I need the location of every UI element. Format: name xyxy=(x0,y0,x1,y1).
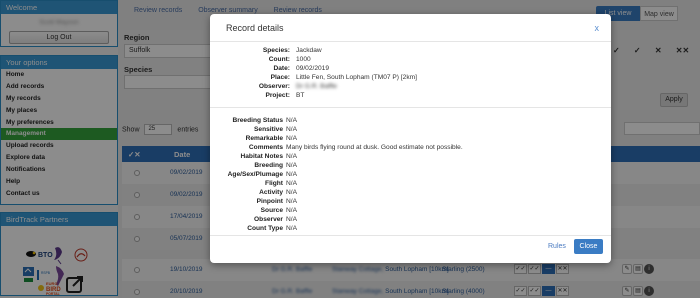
detail-age-sex-plumage-label: Age/Sex/Plumage xyxy=(227,171,283,178)
detail-pinpoint-value: N/A xyxy=(286,198,297,205)
summary-date-label-wrap: Date: xyxy=(210,65,291,74)
summary-project-value: BT xyxy=(296,92,305,99)
detail-comments-value: Many birds flying round at dusk. Good es… xyxy=(286,144,463,151)
rules-link[interactable]: Rules xyxy=(548,243,566,250)
detail-habitat-notes-value: N/A xyxy=(286,153,297,160)
summary-date-label: Date: xyxy=(273,65,291,72)
detail-breeding-label: Breeding xyxy=(254,162,283,169)
detail-flight-label: Flight xyxy=(265,180,283,187)
detail-label-wrap: Sensitive xyxy=(210,126,283,135)
summary-count-label: Count: xyxy=(268,56,290,63)
detail-breeding-value: N/A xyxy=(286,162,297,169)
modal-title: Record details xyxy=(226,23,284,33)
summary-species-value: Jackdaw xyxy=(296,47,322,54)
detail-observer-label: Observer xyxy=(254,216,283,223)
summary-count-value: 1000 xyxy=(296,56,311,63)
summary-observer-label: Observer: xyxy=(258,83,290,90)
detail-label-wrap: Remarkable xyxy=(210,135,283,144)
record-details-modal: Record details x Species: Jackdaw Count:… xyxy=(210,14,611,263)
detail-label-wrap: Age/Sex/Plumage xyxy=(210,171,283,180)
detail-age-sex-plumage-value: N/A xyxy=(286,171,297,178)
detail-label-wrap: Activity xyxy=(210,189,283,198)
detail-pinpoint-label: Pinpoint xyxy=(256,198,283,205)
modal-section-divider xyxy=(210,107,611,108)
summary-count-label-wrap: Count: xyxy=(210,56,290,65)
summary-place-value: Little Fen, South Lopham (TM07 P) [2km] xyxy=(296,74,417,81)
summary-species-label-wrap: Species: xyxy=(210,47,290,56)
detail-label-wrap: Flight xyxy=(210,180,283,189)
detail-label-wrap: Observer xyxy=(210,216,283,225)
detail-label-wrap: Source xyxy=(210,207,283,216)
detail-activity-value: N/A xyxy=(286,189,297,196)
close-icon[interactable]: x xyxy=(595,23,600,33)
detail-sensitive-value: N/A xyxy=(286,126,297,133)
detail-label-wrap: Comments xyxy=(210,144,283,153)
summary-species-label: Species: xyxy=(262,47,290,54)
summary-place-label: Place: xyxy=(270,74,290,81)
summary-place-label-wrap: Place: xyxy=(210,74,290,83)
detail-breeding-status-label: Breeding Status xyxy=(232,117,283,124)
detail-remarkable-label: Remarkable xyxy=(245,135,283,142)
modal-footer-divider xyxy=(210,235,611,236)
detail-breeding-status-value: N/A xyxy=(286,117,297,124)
detail-sensitive-label: Sensitive xyxy=(254,126,283,133)
detail-count-type-value: N/A xyxy=(286,225,297,232)
detail-flight-value: N/A xyxy=(286,180,297,187)
summary-observer-label-wrap: Observer: xyxy=(210,83,290,92)
detail-observer-value: N/A xyxy=(286,216,297,223)
detail-label-wrap: Pinpoint xyxy=(210,198,283,207)
modal-header-divider xyxy=(210,41,611,42)
detail-label-wrap: Breeding xyxy=(210,162,283,171)
detail-label-wrap: Habitat Notes xyxy=(210,153,284,162)
detail-label-wrap: Breeding Status xyxy=(210,117,283,126)
close-button[interactable]: Close xyxy=(574,239,603,254)
detail-remarkable-value: N/A xyxy=(286,135,297,142)
detail-habitat-notes-label: Habitat Notes xyxy=(240,153,284,160)
summary-project-label-wrap: Project: xyxy=(210,92,290,101)
summary-observer-value: Dr G.R. Baffle xyxy=(296,83,337,90)
detail-label-wrap: Count Type xyxy=(210,225,283,234)
detail-source-label: Source xyxy=(260,207,283,214)
summary-date-value: 09/02/2019 xyxy=(296,65,330,72)
detail-comments-label: Comments xyxy=(248,144,283,151)
detail-activity-label: Activity xyxy=(259,189,283,196)
summary-project-label: Project: xyxy=(265,92,290,99)
detail-count-type-label: Count Type xyxy=(247,225,283,232)
detail-source-value: N/A xyxy=(286,207,297,214)
